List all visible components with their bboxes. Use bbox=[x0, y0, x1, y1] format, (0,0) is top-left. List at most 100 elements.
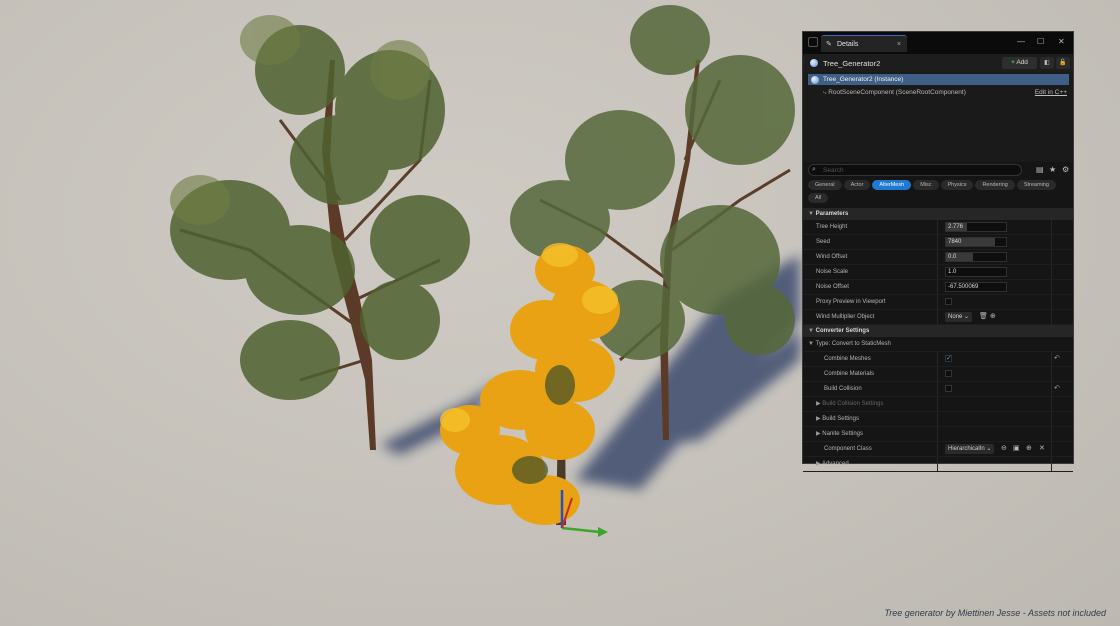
nanite-settings-label: ▶ Nanite Settings bbox=[816, 427, 863, 441]
component-child-label: RootSceneComponent (SceneRootComponent) bbox=[828, 89, 966, 96]
component-class-value: HierarchicalIn bbox=[948, 446, 985, 452]
prop-advanced[interactable]: ▶ Advanced bbox=[803, 457, 1073, 472]
seed-value: 7840 bbox=[948, 239, 962, 245]
prop-proxy-preview: Proxy Preview in Viewport bbox=[803, 295, 1073, 310]
build-settings-label: ▶ Build Settings bbox=[816, 412, 859, 426]
actor-name: Tree_Generator2 bbox=[823, 59, 881, 68]
component-root-label: Tree_Generator2 (Instance) bbox=[823, 76, 904, 83]
credit-overlay: Tree generator by Miettinen Jesse - Asse… bbox=[884, 608, 1106, 618]
category-all[interactable]: All bbox=[808, 193, 829, 203]
browse-icon[interactable]: ▣ bbox=[1013, 444, 1020, 454]
noise-scale-label: Noise Scale bbox=[816, 269, 849, 275]
category-streaming[interactable]: Streaming bbox=[1016, 180, 1056, 190]
noise-scale-field[interactable]: 1.0 bbox=[945, 267, 1007, 277]
close-tab-icon[interactable]: × bbox=[897, 36, 901, 53]
details-panel: ✎ Details × — ☐ ✕ Tree_Generator2 + Add … bbox=[802, 31, 1074, 472]
noise-offset-value: -67.500069 bbox=[948, 284, 979, 290]
noise-offset-label: Noise Offset bbox=[816, 284, 849, 290]
noise-offset-field[interactable]: -67.500069 bbox=[945, 282, 1007, 292]
combine-meshes-label: Combine Meshes bbox=[824, 356, 871, 362]
wind-offset-value: 0.0 bbox=[948, 254, 957, 260]
build-collision-checkbox[interactable] bbox=[945, 385, 952, 392]
prop-noise-offset: Noise Offset -67.500069 bbox=[803, 280, 1073, 295]
prop-tree-height: Tree Height 2.776 bbox=[803, 220, 1073, 235]
prop-build-collision-settings[interactable]: ▶ Build Collision Settings bbox=[803, 397, 1073, 412]
trash-icon[interactable]: 🗑 bbox=[979, 312, 988, 322]
chevron-down-icon: ⌄ bbox=[964, 314, 970, 320]
browse-icon[interactable]: ⊕ bbox=[990, 312, 996, 322]
blueprint-icon[interactable]: ◧ bbox=[1040, 57, 1054, 69]
prop-build-settings[interactable]: ▶ Build Settings bbox=[803, 412, 1073, 427]
scene-component-icon: ⤷ bbox=[823, 90, 827, 96]
component-item-root[interactable]: Tree_Generator2 (Instance) bbox=[808, 74, 1069, 85]
reset-to-default-icon[interactable]: ↶ bbox=[1054, 354, 1060, 364]
add-label: Add bbox=[1016, 59, 1028, 66]
build-collision-label: Build Collision bbox=[824, 386, 862, 392]
table-view-icon[interactable]: ▤ bbox=[1036, 165, 1044, 175]
actor-instance-icon bbox=[811, 75, 819, 84]
search-box[interactable]: ⌕ bbox=[808, 164, 1022, 176]
wind-offset-field[interactable]: 0.0 bbox=[945, 252, 1007, 262]
section-converter-settings[interactable]: ▼ Converter Settings bbox=[803, 325, 1073, 337]
component-class-dropdown[interactable]: HierarchicalIn ⌄ bbox=[945, 444, 995, 454]
add-new-icon[interactable]: ⊕ bbox=[1026, 444, 1032, 454]
tree-left bbox=[170, 15, 470, 450]
section-parameters-label: Parameters bbox=[815, 211, 849, 217]
combine-materials-label: Combine Materials bbox=[824, 371, 875, 377]
seed-field[interactable]: 7840 bbox=[945, 237, 1007, 247]
panel-menu-icon[interactable] bbox=[808, 37, 818, 47]
edit-in-cpp-link[interactable]: Edit in C++ bbox=[1035, 87, 1067, 98]
section-converter-label: Converter Settings bbox=[815, 328, 870, 334]
prop-converter-type[interactable]: ▼ Type: Convert to StaticMesh bbox=[803, 337, 1073, 352]
build-settings-text: Build Settings bbox=[822, 416, 859, 422]
build-collision-settings-label: ▶ Build Collision Settings bbox=[816, 397, 883, 411]
noise-scale-value: 1.0 bbox=[948, 269, 957, 275]
prop-wind-multiplier: Wind Multiplier Object None ⌄ 🗑 ⊕ bbox=[803, 310, 1073, 325]
gear-icon[interactable]: ⚙ bbox=[1062, 165, 1069, 175]
plus-icon: + bbox=[1011, 59, 1015, 66]
wind-multiplier-dropdown[interactable]: None ⌄ bbox=[945, 312, 973, 322]
prop-nanite-settings[interactable]: ▶ Nanite Settings bbox=[803, 427, 1073, 442]
build-collision-settings-text: Build Collision Settings bbox=[822, 401, 884, 407]
clear-icon[interactable]: ✕ bbox=[1039, 444, 1045, 454]
prop-build-collision: Build Collision ↶ bbox=[803, 382, 1073, 397]
category-actor[interactable]: Actor bbox=[843, 180, 871, 190]
proxy-preview-checkbox[interactable] bbox=[945, 298, 952, 305]
maximize-icon[interactable]: ☐ bbox=[1037, 37, 1044, 46]
actor-header: Tree_Generator2 + Add ◧ 🔓 bbox=[803, 54, 1073, 72]
wind-offset-label: Wind Offset bbox=[816, 254, 848, 260]
wind-multiplier-label: Wind Multiplier Object bbox=[816, 314, 875, 320]
expand-arrow-icon: ▶ bbox=[816, 431, 821, 437]
tab-details-label: Details bbox=[837, 41, 859, 48]
combine-meshes-checkbox[interactable]: ✓ bbox=[945, 355, 952, 362]
tree-height-field[interactable]: 2.776 bbox=[945, 222, 1007, 232]
category-physics[interactable]: Physics bbox=[940, 180, 974, 190]
combine-materials-checkbox[interactable] bbox=[945, 370, 952, 377]
component-class-label: Component Class bbox=[824, 446, 872, 452]
expand-arrow-icon: ▶ bbox=[816, 401, 821, 407]
tree-height-label: Tree Height bbox=[816, 224, 848, 230]
search-input[interactable] bbox=[823, 166, 1013, 175]
search-icon: ⌕ bbox=[812, 166, 816, 173]
star-icon[interactable]: ★ bbox=[1049, 165, 1056, 175]
minimize-icon[interactable]: — bbox=[1017, 37, 1025, 46]
close-window-icon[interactable]: ✕ bbox=[1058, 37, 1065, 46]
section-parameters[interactable]: ▼ Parameters bbox=[803, 208, 1073, 220]
lock-icon[interactable]: 🔓 bbox=[1056, 57, 1070, 69]
prop-seed: Seed 7840 bbox=[803, 235, 1073, 250]
category-rendering[interactable]: Rendering bbox=[975, 180, 1015, 190]
converter-type-label: ▼ Type: Convert to StaticMesh bbox=[808, 337, 891, 351]
category-general[interactable]: General bbox=[808, 180, 842, 190]
prop-combine-materials: Combine Materials bbox=[803, 367, 1073, 382]
category-misc[interactable]: Misc bbox=[913, 180, 939, 190]
category-altermesh[interactable]: AlterMesh bbox=[872, 180, 912, 190]
add-component-button[interactable]: + Add bbox=[1002, 57, 1037, 69]
reset-to-default-icon[interactable]: ↶ bbox=[1054, 384, 1060, 394]
chevron-down-icon: ⌄ bbox=[986, 446, 992, 452]
tab-details[interactable]: ✎ Details × bbox=[821, 35, 907, 52]
wind-multiplier-value: None bbox=[948, 314, 963, 320]
prop-noise-scale: Noise Scale 1.0 bbox=[803, 265, 1073, 280]
use-selected-icon[interactable]: ⊖ bbox=[1001, 444, 1007, 454]
component-item-root-scene[interactable]: ⤷ RootSceneComponent (SceneRootComponent… bbox=[823, 87, 966, 99]
component-tree: Tree_Generator2 (Instance) ⤷ RootSceneCo… bbox=[803, 72, 1073, 162]
